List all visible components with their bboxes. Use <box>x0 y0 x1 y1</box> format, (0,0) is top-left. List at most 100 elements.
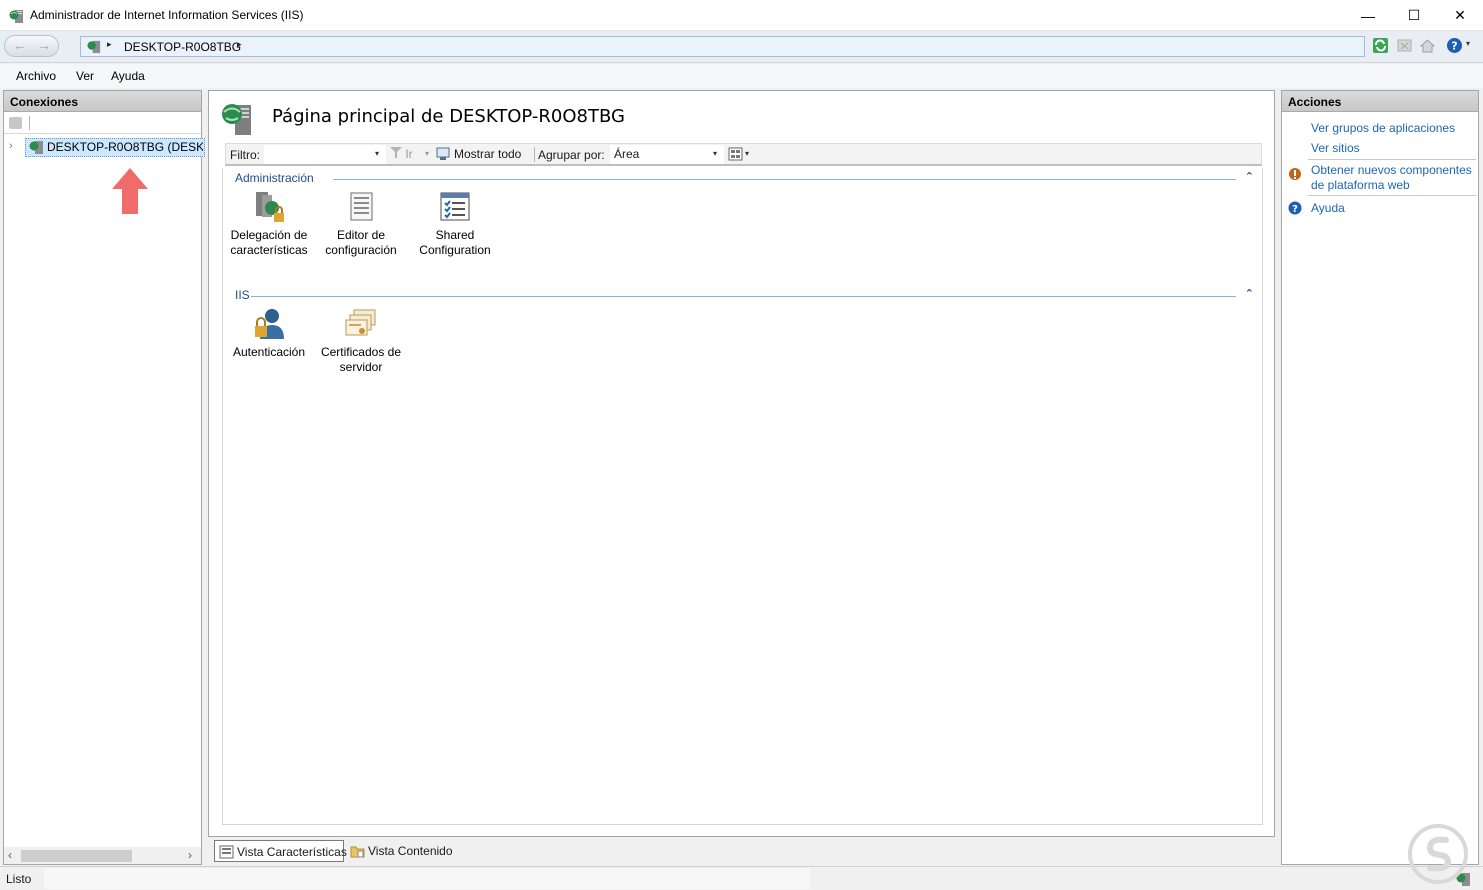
page-title: Página principal de DESKTOP-R0O8TBG <box>272 106 625 127</box>
feature-label-line2: configuración <box>325 243 397 257</box>
connections-panel: Conexiones › DESKTOP-R0O8TBG (DESKTOP ‹ … <box>3 90 205 865</box>
group-divider <box>333 179 1236 180</box>
server-icon <box>87 40 101 54</box>
filter-toolbar: Filtro: ▾ Ir ▾ Mostrar todo Agrupar por:… <box>225 143 1262 166</box>
feature-label-line2: servidor <box>339 360 383 374</box>
menu-ver[interactable]: Ver <box>76 69 94 83</box>
actions-divider <box>1308 159 1476 160</box>
feature-configuration-editor[interactable]: Editor de configuración <box>315 190 407 258</box>
go-button[interactable]: Ir <box>390 147 413 161</box>
refresh-icon[interactable] <box>1372 37 1389 54</box>
filter-label: Filtro: <box>230 148 260 162</box>
svg-text:?: ? <box>1292 204 1298 215</box>
action-view-app-pools[interactable]: Ver grupos de aplicaciones <box>1311 121 1455 136</box>
connections-toolbar <box>4 112 201 134</box>
group-by-select[interactable]: Área <box>610 145 724 164</box>
group-by-label: Agrupar por: <box>538 148 605 162</box>
back-button[interactable]: ← <box>13 37 27 53</box>
breadcrumb-arrow-icon[interactable]: ▸ <box>237 39 242 50</box>
connect-icon[interactable] <box>9 117 22 129</box>
breadcrumb-server[interactable]: DESKTOP-R0O8TBG <box>124 40 241 54</box>
server-icon <box>29 141 43 154</box>
scroll-left-icon[interactable]: ‹ <box>8 848 12 862</box>
funnel-icon <box>390 147 402 158</box>
iis-app-icon <box>9 10 23 23</box>
stop-icon[interactable] <box>1396 37 1413 54</box>
collapse-icon[interactable]: ⌃ <box>1245 170 1254 183</box>
forward-button[interactable]: → <box>37 37 51 53</box>
content-view-icon <box>350 846 365 858</box>
server-home-icon <box>222 104 251 135</box>
action-help[interactable]: Ayuda <box>1311 201 1345 216</box>
go-label: Ir <box>405 147 413 161</box>
menu-bar: Archivo Ver Ayuda <box>0 64 1483 88</box>
expand-chevron-icon[interactable]: › <box>9 140 13 152</box>
shared-configuration-icon <box>440 192 470 221</box>
group-name: Administración <box>235 171 314 185</box>
close-button[interactable]: ✕ <box>1437 0 1483 31</box>
group-by-dropdown-icon[interactable]: ▾ <box>713 149 717 158</box>
feature-authentication[interactable]: Autenticación <box>223 307 315 360</box>
action-view-sites[interactable]: Ver sitios <box>1311 141 1360 156</box>
view-mode-icon[interactable] <box>728 147 743 161</box>
filter-dropdown-icon[interactable]: ▾ <box>375 149 379 158</box>
title-bar: Administrador de Internet Information Se… <box>0 0 1483 31</box>
tree-node-server[interactable]: › DESKTOP-R0O8TBG (DESKTOP <box>9 138 205 157</box>
group-header-iis[interactable]: IIS ⌃ <box>235 288 1260 304</box>
minimize-button[interactable]: — <box>1345 0 1391 31</box>
configuration-editor-icon <box>350 192 373 221</box>
menu-ayuda[interactable]: Ayuda <box>111 69 145 83</box>
main-content: Página principal de DESKTOP-R0O8TBG Filt… <box>208 90 1275 837</box>
action-label-line2: de plataforma web <box>1311 178 1410 192</box>
menu-archivo[interactable]: Archivo <box>16 69 56 83</box>
tree-node-label[interactable]: DESKTOP-R0O8TBG (DESKTOP <box>47 140 203 154</box>
address-bar: ← → ▸ DESKTOP-R0O8TBG ▸ ? ▾ <box>0 31 1483 63</box>
view-mode-dropdown-icon[interactable]: ▾ <box>745 149 749 158</box>
help-icon[interactable]: ? <box>1446 37 1463 54</box>
tab-content-view[interactable]: Vista Contenido <box>346 840 456 862</box>
actions-header: Acciones <box>1282 91 1478 112</box>
show-all-icon[interactable] <box>436 147 451 161</box>
feature-delegation[interactable]: Delegación de características <box>223 190 315 258</box>
feature-label-line1: Editor de <box>336 228 386 242</box>
navigation-buttons: ← → <box>4 35 59 57</box>
maximize-button[interactable]: ☐ <box>1391 0 1437 31</box>
features-view-icon <box>219 845 234 859</box>
home-icon[interactable] <box>1419 37 1436 54</box>
features-area: Administración ⌃ Delegación de caracterí… <box>222 168 1263 825</box>
feature-label-line1: Autenticación <box>232 345 306 359</box>
go-dropdown-icon[interactable]: ▾ <box>425 149 429 158</box>
feature-label-line2: Configuration <box>419 243 491 257</box>
server-certificates-icon <box>345 309 376 336</box>
action-get-web-platform[interactable]: Obtener nuevos componentes de plataforma… <box>1311 163 1472 193</box>
status-field <box>44 868 810 889</box>
feature-label-line1: Shared <box>435 228 475 242</box>
feature-shared-configuration[interactable]: Shared Configuration <box>409 190 501 258</box>
toolbar-separator <box>534 147 535 162</box>
svg-text:?: ? <box>1451 40 1457 53</box>
collapse-icon[interactable]: ⌃ <box>1245 287 1254 300</box>
authentication-icon <box>255 309 284 339</box>
feature-label-line2: características <box>230 243 308 257</box>
scrollbar-thumb[interactable] <box>21 850 132 862</box>
connections-header: Conexiones <box>4 91 201 112</box>
tab-label: Vista Contenido <box>368 844 453 858</box>
action-label-line1: Obtener nuevos componentes <box>1311 163 1472 177</box>
feature-label-line1: Certificados de <box>320 345 402 359</box>
toolbar-separator <box>29 116 30 130</box>
group-divider <box>251 296 1236 297</box>
feature-server-certificates[interactable]: Certificados de servidor <box>315 307 407 375</box>
group-name: IIS <box>235 288 250 302</box>
help-dropdown-icon[interactable]: ▾ <box>1466 39 1470 48</box>
breadcrumb[interactable]: ▸ DESKTOP-R0O8TBG ▸ <box>80 36 1365 57</box>
show-all-button[interactable]: Mostrar todo <box>454 147 521 161</box>
actions-panel: Acciones Ver grupos de aplicaciones Ver … <box>1281 90 1479 865</box>
actions-divider <box>1308 195 1476 196</box>
annotation-arrow-icon <box>112 168 148 214</box>
breadcrumb-arrow-icon[interactable]: ▸ <box>107 39 112 50</box>
tab-features-view[interactable]: Vista Características <box>214 840 347 862</box>
scroll-right-icon[interactable]: › <box>188 848 192 862</box>
horizontal-scrollbar[interactable]: ‹ › <box>4 847 201 864</box>
group-header-administracion[interactable]: Administración ⌃ <box>235 171 1260 187</box>
filter-input[interactable] <box>264 145 386 164</box>
